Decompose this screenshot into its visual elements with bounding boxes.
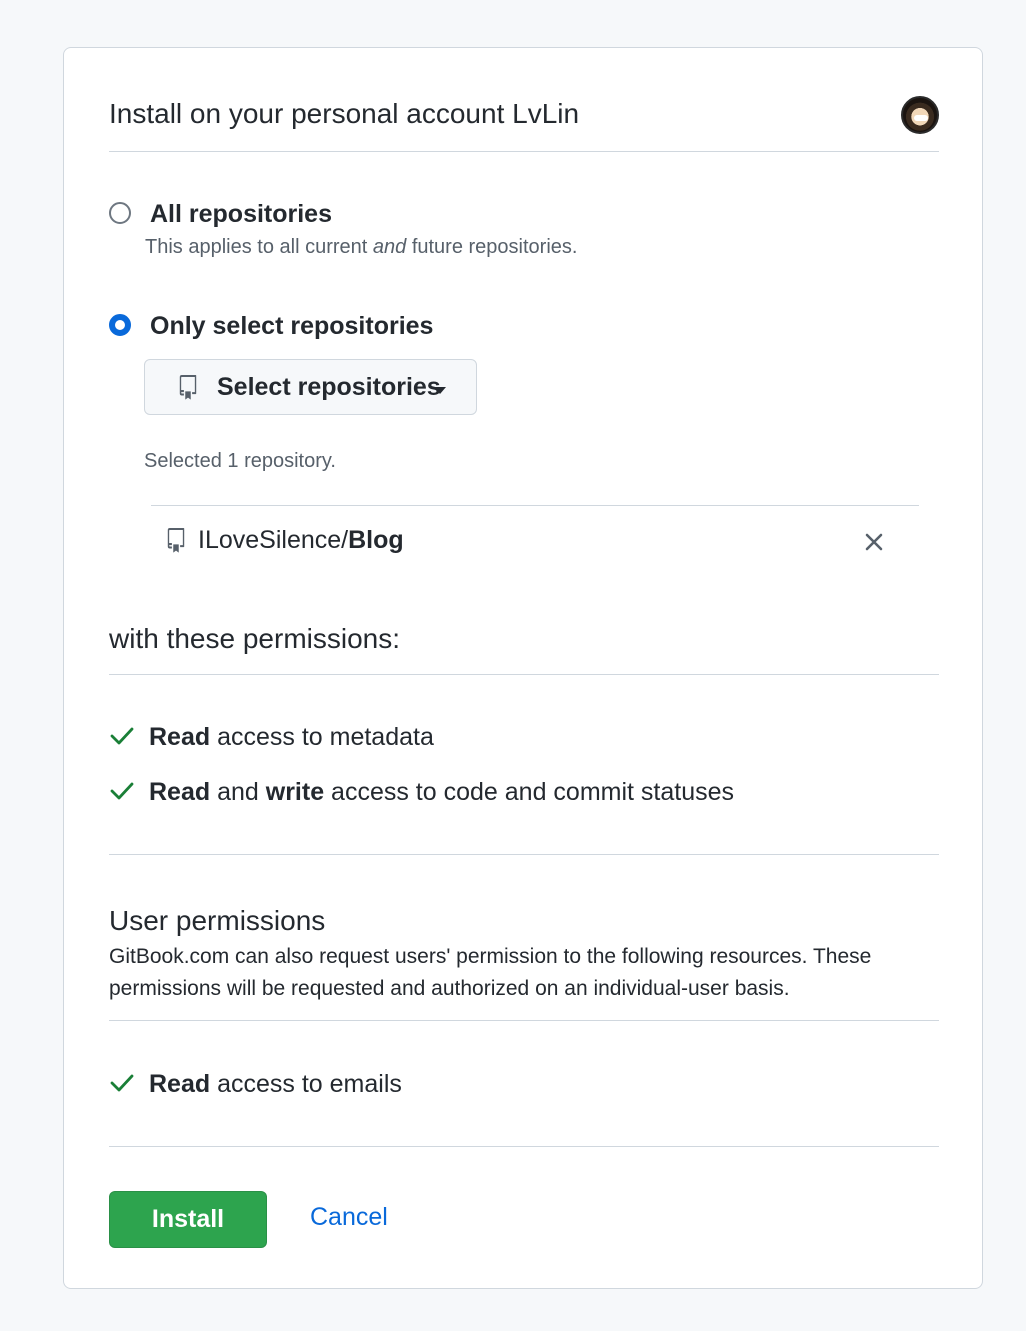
radio-button-all[interactable]	[109, 202, 131, 224]
select-repositories-button[interactable]: Select repositories	[144, 359, 477, 415]
page-title: Install on your personal account LvLin	[109, 98, 580, 129]
radio-label-all[interactable]: All repositories	[150, 200, 332, 229]
x-icon[interactable]	[864, 532, 884, 552]
divider	[109, 1146, 939, 1147]
repo-icon	[167, 528, 185, 553]
install-header: Install on your personal account LvLin	[109, 96, 939, 152]
radio-note-all: This applies to all current and future r…	[145, 236, 578, 258]
repository-name: ILoveSilence/Blog	[198, 526, 404, 554]
divider	[109, 674, 939, 675]
triangle-down-icon	[434, 387, 446, 394]
divider	[109, 854, 939, 855]
permissions-title: with these permissions:	[109, 623, 401, 654]
select-repositories-label: Select repositories	[217, 373, 441, 401]
install-button[interactable]: Install	[109, 1191, 267, 1248]
selected-repository-list: ILoveSilence/Blog	[151, 505, 919, 579]
divider	[109, 1020, 939, 1021]
repo-icon	[179, 375, 197, 400]
check-icon	[110, 1074, 134, 1092]
user-permissions-description: GitBook.com can also request users' perm…	[109, 945, 872, 1000]
selected-count: Selected 1 repository.	[144, 450, 336, 472]
user-permissions-title: User permissions	[109, 905, 326, 936]
radio-button-select[interactable]	[109, 314, 131, 336]
cancel-link[interactable]: Cancel	[310, 1203, 388, 1232]
radio-label-select[interactable]: Only select repositories	[150, 312, 433, 341]
check-icon	[110, 727, 134, 745]
install-card: Install on your personal account LvLin A…	[63, 47, 983, 1289]
avatar	[901, 96, 939, 134]
check-icon	[110, 782, 134, 800]
